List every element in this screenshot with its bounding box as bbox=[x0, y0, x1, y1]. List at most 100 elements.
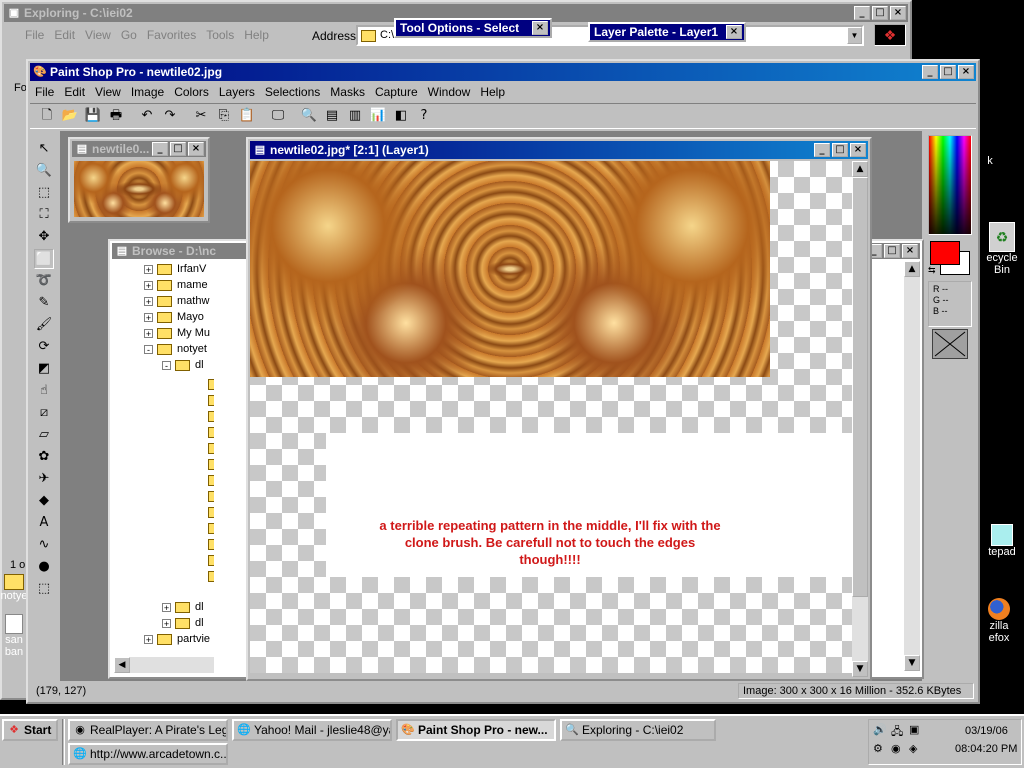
tree-item[interactable]: + Mayo bbox=[144, 311, 204, 327]
arrow-tool-icon[interactable]: ↖ bbox=[34, 139, 54, 159]
expand-icon[interactable]: + bbox=[162, 618, 171, 628]
foreground-color-swatch[interactable] bbox=[930, 241, 960, 265]
maximize-button[interactable]: □ bbox=[170, 142, 186, 156]
volume-icon[interactable]: 🔊 bbox=[873, 723, 887, 736]
collapse-icon[interactable]: - bbox=[162, 360, 171, 370]
maximize-button[interactable]: □ bbox=[884, 244, 900, 258]
desktop-icon-sample[interactable]: san ban bbox=[0, 614, 28, 658]
cut-icon[interactable]: ✂ bbox=[190, 106, 212, 126]
close-button[interactable]: × bbox=[850, 143, 866, 157]
taskbar-button[interactable]: 🎨 Paint Shop Pro - new... bbox=[396, 719, 556, 741]
open-icon[interactable]: 📂 bbox=[59, 106, 81, 126]
folder-icon[interactable] bbox=[208, 539, 214, 550]
menu-item[interactable]: Masks bbox=[325, 85, 370, 99]
color-replacer-tool-icon[interactable]: ◩ bbox=[34, 359, 54, 379]
tree-item[interactable]: + partvie bbox=[144, 633, 210, 649]
desktop-icon-shortcut[interactable]: k bbox=[980, 155, 1000, 167]
taskbar-button[interactable]: 🌐 http://www.arcadetown.c... bbox=[68, 743, 228, 765]
tree-item[interactable]: + dl bbox=[162, 601, 204, 617]
menu-item[interactable]: View bbox=[90, 85, 126, 99]
minimize-button[interactable]: _ bbox=[922, 65, 938, 79]
chevron-down-icon[interactable]: ▼ bbox=[847, 27, 862, 44]
tree-item[interactable]: + mame bbox=[144, 279, 208, 295]
menu-item[interactable]: Capture bbox=[370, 85, 423, 99]
menu-item[interactable]: Favorites bbox=[142, 28, 201, 42]
paintbrush-tool-icon[interactable]: 🖌 bbox=[34, 315, 54, 335]
maximize-button[interactable]: □ bbox=[940, 65, 956, 79]
minimize-button[interactable]: _ bbox=[814, 143, 830, 157]
layer-palette[interactable]: Layer Palette - Layer1 × bbox=[588, 22, 746, 42]
text-tool-icon[interactable]: A bbox=[34, 513, 54, 533]
menu-item[interactable]: Edit bbox=[59, 85, 90, 99]
menu-item[interactable]: Window bbox=[423, 85, 476, 99]
close-button[interactable]: × bbox=[890, 6, 906, 20]
close-button[interactable]: × bbox=[902, 244, 918, 258]
undo-icon[interactable]: ↶ bbox=[136, 106, 158, 126]
tray-app-icon[interactable]: ◉ bbox=[891, 742, 901, 755]
no-color-icon[interactable] bbox=[932, 329, 968, 359]
folder-icon[interactable] bbox=[208, 507, 214, 518]
browse-scrollbar[interactable]: ▲ ▼ bbox=[904, 261, 920, 671]
deform-tool-icon[interactable]: ⬚ bbox=[34, 183, 54, 203]
menu-item[interactable]: Image bbox=[126, 85, 169, 99]
close-button[interactable]: × bbox=[532, 21, 548, 35]
zoom-tool-icon[interactable]: 🔍 bbox=[34, 161, 54, 181]
expand-icon[interactable]: + bbox=[144, 280, 153, 290]
image-title-bar[interactable]: ▤ newtile02.jpg* [2:1] (Layer1) _ □ × bbox=[250, 141, 868, 159]
minimize-button[interactable]: _ bbox=[152, 142, 168, 156]
expand-icon[interactable]: + bbox=[144, 634, 153, 644]
taskbar-button[interactable]: 🔍 Exploring - C:\iei02 bbox=[560, 719, 716, 741]
menu-item[interactable]: Help bbox=[239, 28, 274, 42]
image-scrollbar-vertical[interactable]: ▲ ▼ bbox=[852, 161, 868, 677]
close-button[interactable]: × bbox=[188, 142, 204, 156]
save-icon[interactable]: 💾 bbox=[82, 106, 104, 126]
overview-thumbnail[interactable] bbox=[74, 161, 204, 217]
color-spectrum[interactable] bbox=[928, 135, 972, 235]
overview-title-bar[interactable]: ▤ newtile0... _ □ × bbox=[72, 141, 206, 157]
scroll-up-icon[interactable]: ▲ bbox=[852, 161, 868, 177]
retouch-tool-icon[interactable]: ☝ bbox=[34, 381, 54, 401]
airbrush-tool-icon[interactable]: ✈ bbox=[34, 469, 54, 489]
close-button[interactable]: × bbox=[726, 25, 742, 39]
folder-icon[interactable] bbox=[208, 571, 214, 582]
desktop-icon-recycle[interactable]: ♻ ecycle Bin bbox=[982, 222, 1022, 276]
paste-icon[interactable]: 📋 bbox=[236, 106, 258, 126]
menu-item[interactable]: Colors bbox=[169, 85, 214, 99]
tray-app-icon[interactable]: ▣ bbox=[909, 723, 919, 736]
taskbar-button[interactable]: ◉ RealPlayer: A Pirate's Leg... bbox=[68, 719, 228, 741]
psp-title-bar[interactable]: 🎨 Paint Shop Pro - newtile02.jpg _ □ × bbox=[30, 63, 976, 81]
tray-app-icon[interactable]: ◈ bbox=[909, 742, 917, 755]
clock-date[interactable]: 03/19/06 bbox=[965, 725, 1008, 737]
folder-icon[interactable] bbox=[208, 379, 214, 390]
redo-icon[interactable]: ↷ bbox=[159, 106, 181, 126]
tree-item[interactable]: + My Mu bbox=[144, 327, 210, 343]
menu-item[interactable]: Edit bbox=[49, 28, 80, 42]
scratch-remover-tool-icon[interactable]: ⧄ bbox=[34, 403, 54, 423]
print-icon[interactable]: 🖶 bbox=[105, 106, 127, 126]
start-button[interactable]: ❖ Start bbox=[2, 719, 58, 741]
maximize-button[interactable]: □ bbox=[872, 6, 888, 20]
folder-icon[interactable] bbox=[208, 459, 214, 470]
network-icon[interactable]: 🖧 bbox=[891, 723, 903, 742]
desktop-icon-notyet[interactable]: notye bbox=[0, 574, 28, 602]
crop-tool-icon[interactable]: ⛶ bbox=[34, 205, 54, 225]
minimize-button[interactable]: _ bbox=[854, 6, 870, 20]
scroll-left-icon[interactable]: ◀ bbox=[114, 657, 130, 673]
layer-palette-icon[interactable]: ◧ bbox=[390, 106, 412, 126]
scroll-up-icon[interactable]: ▲ bbox=[904, 261, 920, 277]
clock-time[interactable]: 08:04:20 PM bbox=[955, 743, 1017, 755]
eraser-tool-icon[interactable]: ▱ bbox=[34, 425, 54, 445]
menu-item[interactable]: Layers bbox=[214, 85, 260, 99]
folder-icon[interactable] bbox=[208, 523, 214, 534]
freehand-tool-icon[interactable]: ➰ bbox=[34, 271, 54, 291]
draw-tool-icon[interactable]: ∿ bbox=[34, 535, 54, 555]
collapse-icon[interactable]: - bbox=[144, 344, 153, 354]
menu-item[interactable]: Go bbox=[116, 28, 142, 42]
close-button[interactable]: × bbox=[958, 65, 974, 79]
desktop-icon-notepad[interactable]: tepad bbox=[982, 524, 1022, 558]
tree-item[interactable]: - dl bbox=[162, 359, 204, 375]
flood-fill-tool-icon[interactable]: ◆ bbox=[34, 491, 54, 511]
menu-item[interactable]: Tools bbox=[201, 28, 239, 42]
preset-shapes-tool-icon[interactable]: ● bbox=[34, 557, 54, 577]
full-screen-icon[interactable]: 🖵 bbox=[267, 106, 289, 126]
